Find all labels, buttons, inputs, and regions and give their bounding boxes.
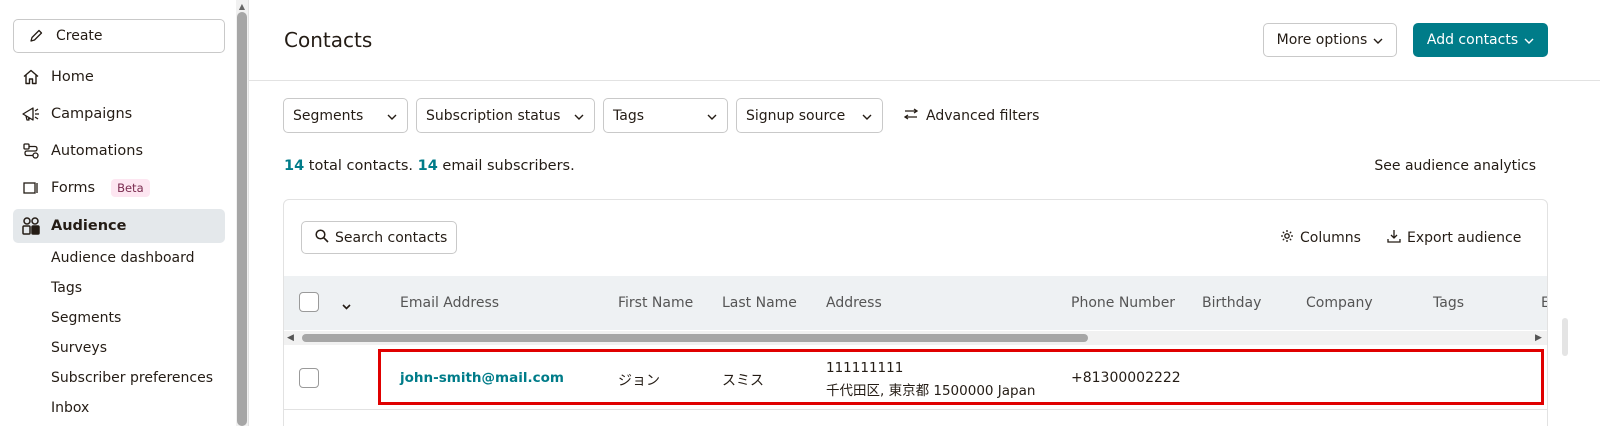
columns-label: Columns	[1300, 230, 1361, 246]
signup-source-filter-label: Signup source	[746, 107, 846, 124]
columns-button[interactable]: Columns	[1280, 229, 1361, 247]
export-audience-button[interactable]: Export audience	[1387, 229, 1521, 247]
export-audience-label: Export audience	[1407, 230, 1522, 246]
scroll-left-arrow-icon[interactable]: ◀	[287, 333, 294, 343]
more-options-button[interactable]: More options	[1263, 23, 1397, 57]
sidebar-item-label: Home	[51, 69, 94, 85]
sidebar-scrollbar-thumb[interactable]	[237, 12, 247, 426]
sidebar-item-audience[interactable]: Audience	[13, 209, 225, 243]
advanced-filters-button[interactable]: Advanced filters	[903, 98, 1040, 133]
column-header-first-name[interactable]: First Name	[618, 295, 693, 311]
table-scrollbar-thumb[interactable]	[302, 334, 1088, 342]
highlighted-row-annotation	[378, 349, 1544, 405]
sidebar-subitem-subscriber-preferences[interactable]: Subscriber preferences	[51, 367, 213, 389]
advanced-filters-label: Advanced filters	[926, 107, 1040, 124]
subscription-status-filter-dropdown[interactable]: Subscription status	[416, 98, 595, 133]
column-header-truncated[interactable]: E	[1541, 295, 1547, 311]
download-icon	[1387, 229, 1401, 247]
chevron-down-icon	[574, 108, 584, 124]
sidebar-item-campaigns[interactable]: Campaigns	[13, 97, 225, 131]
row-select-checkbox[interactable]	[299, 368, 319, 388]
contacts-summary: 14 total contacts. 14 email subscribers.	[284, 158, 575, 174]
chevron-down-icon	[1524, 32, 1534, 48]
form-icon	[21, 178, 41, 198]
audience-analytics-link[interactable]: See audience analytics	[1374, 158, 1536, 174]
filter-sliders-icon	[903, 107, 919, 124]
automation-icon	[21, 141, 41, 161]
search-contacts-label: Search contacts	[335, 229, 448, 246]
sidebar-item-automations[interactable]: Automations	[13, 134, 225, 168]
select-all-checkbox[interactable]	[299, 292, 319, 312]
scroll-up-arrow-icon[interactable]: ▲	[236, 0, 248, 12]
header-divider	[249, 80, 1600, 81]
column-header-tags[interactable]: Tags	[1433, 295, 1464, 311]
chevron-down-icon[interactable]	[342, 298, 351, 314]
signup-source-filter-dropdown[interactable]: Signup source	[736, 98, 883, 133]
gear-icon	[1280, 229, 1294, 247]
tags-filter-label: Tags	[613, 107, 644, 124]
more-options-label: More options	[1276, 32, 1368, 48]
column-header-address[interactable]: Address	[826, 295, 882, 311]
chevron-down-icon	[862, 108, 872, 124]
sidebar-subitem-surveys[interactable]: Surveys	[51, 337, 107, 359]
email-subscribers-text: email subscribers.	[442, 158, 575, 174]
search-contacts-button[interactable]: Search contacts	[301, 221, 457, 254]
column-header-last-name[interactable]: Last Name	[722, 295, 797, 311]
column-header-email[interactable]: Email Address	[400, 295, 499, 311]
sidebar-subitem-segments[interactable]: Segments	[51, 307, 121, 329]
sidebar-item-label: Campaigns	[51, 106, 133, 122]
column-header-phone[interactable]: Phone Number	[1071, 295, 1175, 311]
main-divider	[248, 0, 249, 426]
beta-badge: Beta	[111, 179, 150, 197]
add-contacts-label: Add contacts	[1426, 32, 1519, 48]
search-icon	[315, 228, 329, 247]
column-header-birthday[interactable]: Birthday	[1202, 295, 1261, 311]
sidebar-item-label: Audience	[51, 218, 127, 234]
email-subscribers-count: 14	[417, 158, 438, 174]
scroll-right-arrow-icon[interactable]: ▶	[1535, 333, 1542, 343]
sidebar-item-label: Automations	[51, 143, 144, 159]
sidebar-item-home[interactable]: Home	[13, 60, 225, 94]
total-contacts-text: total contacts.	[308, 158, 413, 174]
megaphone-icon	[21, 104, 41, 124]
page-scroll-indicator[interactable]	[1562, 318, 1568, 356]
sidebar-item-label: Forms	[51, 180, 96, 196]
create-label: Create	[56, 28, 103, 44]
total-contacts-count: 14	[284, 158, 305, 174]
create-button[interactable]: Create	[13, 19, 225, 53]
row-divider	[284, 409, 1547, 410]
home-icon	[21, 67, 41, 87]
chevron-down-icon	[707, 108, 717, 124]
pencil-icon	[26, 26, 46, 46]
page-title: Contacts	[284, 28, 373, 52]
sidebar-item-forms[interactable]: Forms Beta	[13, 171, 225, 205]
audience-icon	[21, 216, 41, 236]
sidebar-subitem-tags[interactable]: Tags	[51, 277, 82, 299]
segments-filter-dropdown[interactable]: Segments	[283, 98, 408, 133]
chevron-down-icon	[1373, 32, 1383, 48]
subscription-status-filter-label: Subscription status	[426, 107, 561, 124]
add-contacts-button[interactable]: Add contacts	[1413, 23, 1548, 57]
sidebar-subitem-inbox[interactable]: Inbox	[51, 397, 89, 419]
column-header-company[interactable]: Company	[1306, 295, 1373, 311]
sidebar: Create Home Campaigns Automations Forms …	[0, 0, 236, 426]
tags-filter-dropdown[interactable]: Tags	[603, 98, 728, 133]
sidebar-subitem-audience-dashboard[interactable]: Audience dashboard	[51, 247, 195, 269]
segments-filter-label: Segments	[293, 107, 364, 124]
chevron-down-icon	[387, 108, 397, 124]
